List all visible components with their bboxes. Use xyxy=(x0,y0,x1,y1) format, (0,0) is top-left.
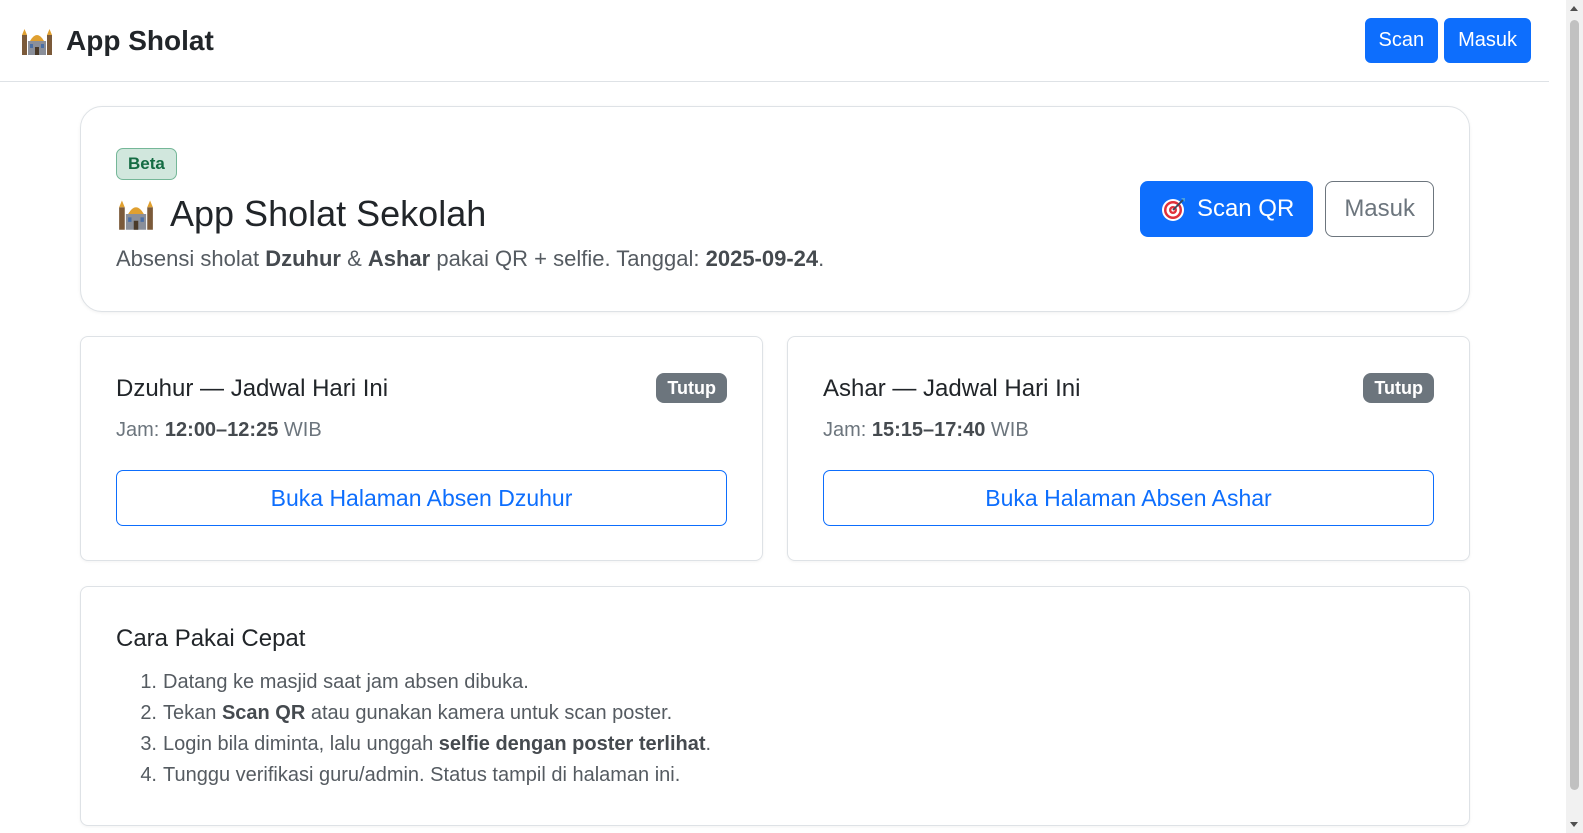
mosque-icon xyxy=(20,25,54,57)
open-dzuhur-button[interactable]: Buka Halaman Absen Dzuhur xyxy=(116,470,727,526)
scroll-thumb[interactable] xyxy=(1570,20,1579,790)
schedule-title: Dzuhur — Jadwal Hari Ini xyxy=(116,375,389,402)
step-text: Datang ke masjid saat jam absen dibuka. xyxy=(163,671,529,693)
page-title: App Sholat Sekolah xyxy=(116,193,486,235)
status-badge: Tutup xyxy=(1363,373,1434,403)
page-scrollbar[interactable] xyxy=(1566,0,1583,833)
subtitle-prayer-dzuhur: Dzuhur xyxy=(265,246,341,271)
nav-actions: Scan Masuk xyxy=(1364,18,1531,63)
brand[interactable]: App Sholat xyxy=(20,25,214,57)
step-number: 2. xyxy=(140,702,157,724)
help-steps: 1. Datang ke masjid saat jam absen dibuka… xyxy=(116,667,711,791)
subtitle-text: . xyxy=(818,246,825,271)
navbar: App Sholat Scan Masuk xyxy=(0,0,1549,82)
schedule-card-dzuhur: Dzuhur — Jadwal Hari Ini Tutup Jam: 12:0… xyxy=(80,336,763,561)
scan-qr-button[interactable]: Scan QR xyxy=(1139,181,1314,237)
schedule-time: Jam: 12:00–12:25 WIB xyxy=(116,419,322,442)
nav-login-button[interactable]: Masuk xyxy=(1444,18,1531,63)
step-text: Tekan xyxy=(163,702,222,724)
login-button[interactable]: Masuk xyxy=(1325,181,1434,237)
step-text: . xyxy=(705,733,712,755)
beta-badge: Beta xyxy=(116,148,177,180)
step-number: 1. xyxy=(140,671,157,693)
hero-actions: Scan QR Masuk xyxy=(1139,181,1434,237)
subtitle-text: pakai QR + selfie. Tanggal: xyxy=(430,246,706,271)
subtitle-prayer-ashar: Ashar xyxy=(367,246,431,271)
time-range: 15:15–17:40 xyxy=(871,419,986,441)
scroll-down-icon[interactable] xyxy=(1570,822,1578,827)
step-text: atau gunakan kamera untuk scan poster. xyxy=(305,702,673,724)
schedule-title: Ashar — Jadwal Hari Ini xyxy=(823,375,1081,402)
help-step: 1. Datang ke masjid saat jam absen dibuka… xyxy=(116,667,711,698)
step-text: Login bila diminta, lalu unggah xyxy=(163,733,439,755)
step-emphasis: selfie dengan poster terlihat xyxy=(438,733,706,755)
step-number: 4. xyxy=(140,764,157,786)
help-title: Cara Pakai Cepat xyxy=(116,625,306,652)
schedule-card-ashar: Ashar — Jadwal Hari Ini Tutup Jam: 15:15… xyxy=(787,336,1470,561)
subtitle-text: Absensi sholat xyxy=(116,246,266,271)
status-badge: Tutup xyxy=(656,373,727,403)
help-card: Cara Pakai Cepat 1. Datang ke masjid saat… xyxy=(80,586,1470,826)
step-number: 3. xyxy=(140,733,157,755)
step-emphasis: Scan QR xyxy=(221,702,306,724)
time-label: Jam: xyxy=(116,419,165,441)
time-zone: WIB xyxy=(985,419,1029,441)
time-range: 12:00–12:25 xyxy=(164,419,279,441)
help-step: 4. Tunggu verifikasi guru/admin. Status t… xyxy=(116,760,711,791)
brand-label: App Sholat xyxy=(66,24,214,56)
schedule-time: Jam: 15:15–17:40 WIB xyxy=(823,419,1029,442)
help-step: 2. Tekan Scan QR atau gunakan kamera untu… xyxy=(116,698,711,729)
step-text: Tunggu verifikasi guru/admin. Status tam… xyxy=(163,764,681,786)
subtitle-date: 2025-09-24 xyxy=(705,246,819,271)
time-label: Jam: xyxy=(823,419,872,441)
hero-subtitle: Absensi sholat Dzuhur & Ashar pakai QR +… xyxy=(116,246,824,272)
time-zone: WIB xyxy=(278,419,322,441)
help-step: 3. Login bila diminta, lalu unggah selfie… xyxy=(116,729,711,760)
open-ashar-button[interactable]: Buka Halaman Absen Ashar xyxy=(823,470,1434,526)
mosque-icon xyxy=(116,196,156,232)
hero-card: Beta App Sholat Sekolah Absensi sholat D… xyxy=(80,106,1470,312)
nav-scan-button[interactable]: Scan xyxy=(1364,18,1439,63)
scroll-up-icon[interactable] xyxy=(1570,6,1578,11)
subtitle-text: & xyxy=(340,246,368,271)
scan-qr-label: Scan QR xyxy=(1196,195,1295,222)
target-icon xyxy=(1161,196,1187,222)
page-title-text: App Sholat Sekolah xyxy=(170,193,487,234)
